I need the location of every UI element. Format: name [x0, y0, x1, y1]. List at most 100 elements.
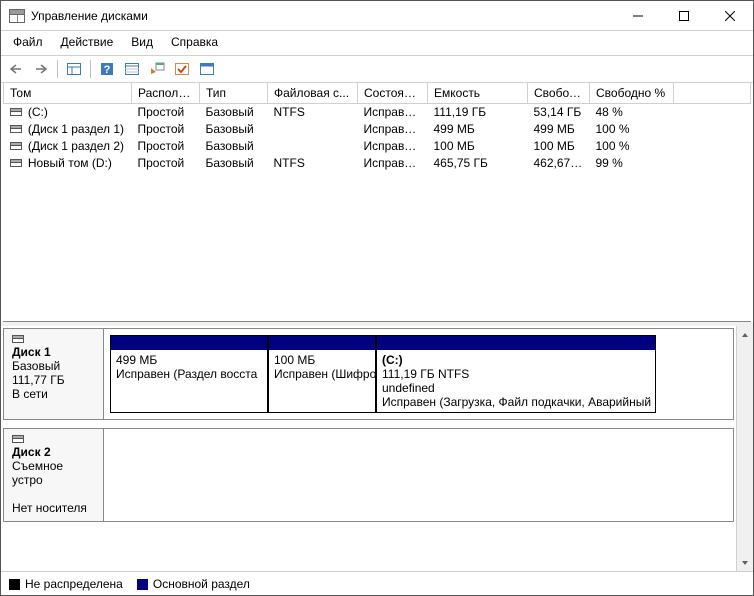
cell-fs: NTFS [268, 104, 358, 121]
partition[interactable]: 499 МБИсправен (Раздел восста [110, 335, 268, 413]
cell-type: Базовый [200, 121, 268, 138]
disk-icon [10, 125, 22, 135]
cell-status: Исправен... [358, 138, 428, 155]
menubar: Файл Действие Вид Справка [1, 31, 753, 55]
col-fs[interactable]: Файловая с... [268, 83, 358, 104]
cell-free: 53,14 ГБ [528, 104, 590, 121]
help-icon[interactable]: ? [96, 58, 118, 80]
disk-icon [10, 142, 22, 152]
cell-status: Исправен... [358, 121, 428, 138]
col-volume[interactable]: Том [4, 83, 132, 104]
cell-free: 100 МБ [528, 138, 590, 155]
cell-volume: Новый том (D:) [28, 156, 112, 170]
cell-free: 462,67 ГБ [528, 155, 590, 172]
disk-info[interactable]: Диск 2Съемное устро Нет носителя [4, 429, 104, 521]
cell-volume: (Диск 1 раздел 1) [28, 122, 124, 136]
details-view-icon[interactable] [121, 58, 143, 80]
cell-fs: NTFS [268, 155, 358, 172]
refresh-graphical-icon[interactable] [146, 58, 168, 80]
cell-type: Базовый [200, 155, 268, 172]
disk-status: Нет носителя [12, 501, 95, 515]
col-capacity[interactable]: Емкость [428, 83, 528, 104]
forward-button[interactable] [30, 58, 52, 80]
partition-header [269, 336, 375, 350]
cell-type: Базовый [200, 104, 268, 121]
unallocated-swatch [9, 579, 20, 590]
disk-graphic-view[interactable]: Диск 1Базовый111,77 ГБВ сети499 МБИсправ… [1, 326, 736, 571]
volume-table[interactable]: Том Располо... Тип Файловая с... Состоян… [3, 83, 751, 172]
cell-capacity: 499 МБ [428, 121, 528, 138]
primary-swatch [137, 579, 148, 590]
partition-size: undefined [382, 381, 650, 395]
col-freepct[interactable]: Свободно % [590, 83, 674, 104]
cell-fs [268, 138, 358, 155]
menu-action[interactable]: Действие [53, 33, 122, 51]
col-status[interactable]: Состояние [358, 83, 428, 104]
cell-layout: Простой [132, 104, 200, 121]
no-media-area [104, 429, 733, 521]
disk-type: Съемное устро [12, 459, 95, 487]
partition-status: Исправен (Шифро [274, 367, 370, 381]
table-row[interactable]: Новый том (D:) ПростойБазовыйNTFSИсправен… [4, 155, 751, 172]
cell-freepct: 99 % [590, 155, 674, 172]
table-header-row[interactable]: Том Располо... Тип Файловая с... Состоян… [4, 83, 751, 104]
partition[interactable]: (C:)111,19 ГБ NTFSundefinedИсправен (Заг… [376, 335, 656, 413]
maximize-button[interactable] [661, 1, 707, 30]
scroll-down-icon[interactable] [737, 554, 753, 571]
legend: Не распределена Основной раздел [1, 571, 753, 595]
view-layout-icon[interactable] [63, 58, 85, 80]
legend-primary: Основной раздел [137, 577, 250, 591]
disk-status: В сети [12, 387, 95, 401]
window-title: Управление дисками [31, 9, 615, 23]
vertical-scrollbar[interactable] [736, 326, 753, 571]
toolbar: ? [1, 55, 753, 83]
disk-icon [10, 108, 22, 118]
legend-unallocated: Не распределена [9, 577, 123, 591]
partition-subtitle: 111,19 ГБ NTFS [382, 367, 650, 381]
table-row[interactable]: (C:)ПростойБазовыйNTFSИсправен...111,19 … [4, 104, 751, 121]
disk-info[interactable]: Диск 1Базовый111,77 ГБВ сети [4, 329, 104, 419]
cell-status: Исправен... [358, 155, 428, 172]
minimize-button[interactable] [615, 1, 661, 30]
cell-capacity: 465,75 ГБ [428, 155, 528, 172]
partition-status: Исправен (Загрузка, Файл подкачки, Авари… [382, 395, 650, 409]
disk-management-window: Управление дисками Файл Действие Вид Спр… [0, 0, 754, 596]
partition-label: (C:) [382, 353, 650, 367]
cell-capacity: 111,19 ГБ [428, 104, 528, 121]
col-layout[interactable]: Располо... [132, 83, 200, 104]
disk-row[interactable]: Диск 1Базовый111,77 ГБВ сети499 МБИсправ… [3, 328, 734, 420]
col-type[interactable]: Тип [200, 83, 268, 104]
volume-list-pane[interactable]: Том Располо... Тип Файловая с... Состоян… [3, 83, 751, 322]
partition-header [111, 336, 267, 350]
cell-layout: Простой [132, 155, 200, 172]
disk-icon [12, 435, 24, 445]
cell-freepct: 100 % [590, 121, 674, 138]
disk-size: 111,77 ГБ [12, 373, 95, 387]
partition-status: Исправен (Раздел восста [116, 367, 262, 381]
partition[interactable]: 100 МБИсправен (Шифро [268, 335, 376, 413]
scroll-track[interactable] [737, 343, 753, 554]
disk-icon [12, 335, 24, 345]
partitions: 499 МБИсправен (Раздел восста100 МБИспра… [104, 329, 733, 419]
close-button[interactable] [707, 1, 753, 30]
cell-type: Базовый [200, 138, 268, 155]
cell-freepct: 48 % [590, 104, 674, 121]
graphical-view-icon[interactable] [196, 58, 218, 80]
svg-text:?: ? [104, 64, 111, 76]
apply-checkmark-icon[interactable] [171, 58, 193, 80]
disk-name: Диск 2 [12, 445, 95, 459]
cell-volume: (Диск 1 раздел 2) [28, 139, 124, 153]
content-area: Том Располо... Тип Файловая с... Состоян… [1, 83, 753, 595]
app-icon [9, 9, 25, 23]
col-free[interactable]: Свобод... [528, 83, 590, 104]
cell-status: Исправен... [358, 104, 428, 121]
disk-row[interactable]: Диск 2Съемное устро Нет носителя [3, 428, 734, 522]
menu-view[interactable]: Вид [123, 33, 161, 51]
back-button[interactable] [5, 58, 27, 80]
table-row[interactable]: (Диск 1 раздел 2)ПростойБазовыйИсправен.… [4, 138, 751, 155]
menu-file[interactable]: Файл [5, 33, 51, 51]
menu-help[interactable]: Справка [163, 33, 226, 51]
table-row[interactable]: (Диск 1 раздел 1)ПростойБазовыйИсправен.… [4, 121, 751, 138]
scroll-up-icon[interactable] [737, 326, 753, 343]
titlebar[interactable]: Управление дисками [1, 1, 753, 31]
